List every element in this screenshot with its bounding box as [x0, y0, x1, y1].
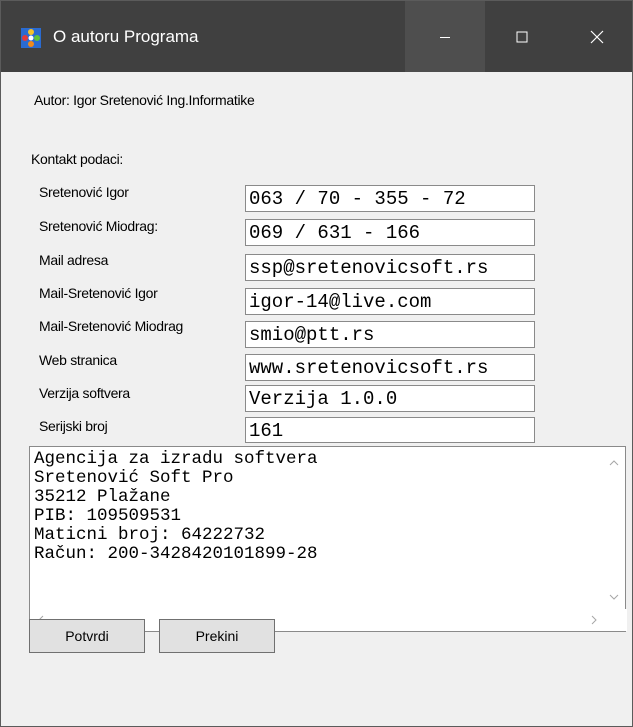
label-phone-miodrag: Sretenović Miodrag:	[39, 218, 158, 234]
label-mail-miodrag: Mail-Sretenović Miodrag	[39, 318, 184, 334]
window-title: O autoru Programa	[53, 27, 199, 46]
mail-igor-field[interactable]: igor-14@live.com	[245, 288, 535, 315]
web-field[interactable]: www.sretenovicsoft.rs	[245, 354, 535, 381]
label-phone-igor: Sretenović Igor	[39, 184, 129, 200]
cancel-button[interactable]: Prekini	[159, 619, 275, 653]
close-button[interactable]	[557, 1, 633, 72]
about-dialog: O autoru Programa Autor: Igor Sretenović…	[0, 0, 633, 727]
phone-miodrag-field[interactable]: 069 / 631 - 166	[245, 219, 535, 246]
contact-heading: Kontakt podaci:	[31, 151, 124, 167]
confirm-button-label: Potvrdi	[65, 628, 109, 644]
phone-igor-field[interactable]: 063 / 70 - 355 - 72	[245, 185, 535, 212]
author-label: Autor: Igor Sretenović Ing.Informatike	[34, 92, 255, 108]
label-version: Verzija softvera	[39, 385, 130, 401]
label-serial: Serijski broj	[39, 418, 108, 434]
title-bar[interactable]: O autoru Programa	[1, 1, 632, 72]
mail-address-field[interactable]: ssp@sretenovicsoft.rs	[245, 254, 535, 281]
scroll-right-icon[interactable]	[591, 615, 597, 625]
app-icon	[21, 28, 41, 48]
minimize-icon	[440, 36, 450, 38]
memo-text: Agencija za izradu softvera Sretenović S…	[34, 449, 318, 564]
maximize-button[interactable]	[482, 1, 562, 72]
close-icon	[590, 30, 604, 43]
mail-miodrag-field[interactable]: smio@ptt.rs	[245, 321, 535, 348]
company-info-memo[interactable]: Agencija za izradu softvera Sretenović S…	[29, 446, 627, 632]
label-web: Web stranica	[39, 352, 117, 368]
cancel-button-label: Prekini	[195, 628, 239, 644]
confirm-button[interactable]: Potvrdi	[29, 619, 145, 653]
minimize-button[interactable]	[405, 1, 485, 72]
serial-field[interactable]: 161	[245, 417, 535, 443]
label-mail-igor: Mail-Sretenović Igor	[39, 285, 158, 301]
version-field[interactable]: Verzija 1.0.0	[245, 385, 535, 412]
scroll-up-icon[interactable]	[609, 460, 619, 466]
maximize-icon	[516, 31, 528, 42]
vertical-scrollbar[interactable]	[603, 447, 625, 611]
dialog-body: Autor: Igor Sretenović Ing.Informatike K…	[1, 72, 632, 726]
label-mail-address: Mail adresa	[39, 252, 109, 268]
scroll-down-icon[interactable]	[609, 594, 619, 600]
